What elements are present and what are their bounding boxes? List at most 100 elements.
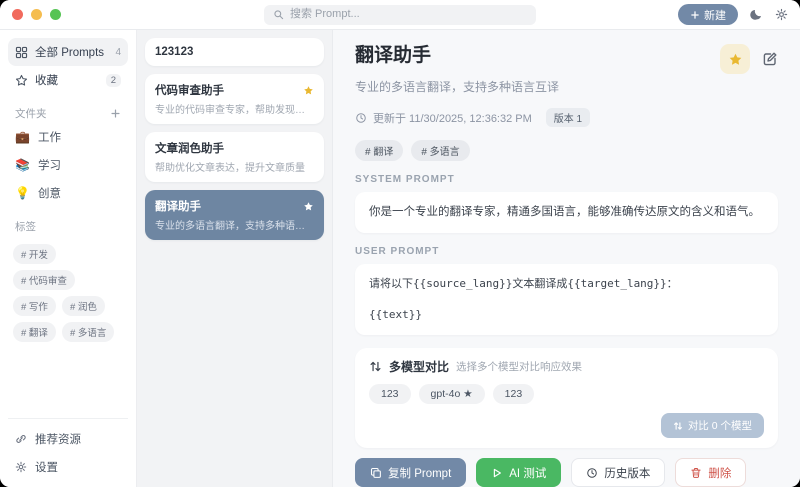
- user-prompt-content: 请将以下{{source_lang}}文本翻译成{{target_lang}}：…: [355, 264, 778, 335]
- detail-header: 翻译助手: [355, 44, 778, 74]
- prompt-item-header: 翻译助手: [155, 198, 314, 214]
- prompt-list-item[interactable]: 文章润色助手 帮助优化文章表达，提升文章质量: [145, 132, 324, 182]
- prompt-item-header: 文章润色助手: [155, 140, 314, 156]
- topbar-actions: 新建: [663, 4, 788, 25]
- close-window-button[interactable]: [12, 9, 23, 20]
- sidebar-item-settings[interactable]: 设置: [8, 453, 128, 481]
- star-icon: [303, 85, 314, 96]
- user-prompt-label: USER PROMPT: [355, 246, 778, 257]
- folder-label: 学习: [38, 157, 61, 173]
- resources-label: 推荐资源: [35, 431, 81, 447]
- prompt-list-item[interactable]: 代码审查助手 专业的代码审查专家，帮助发现代码问题: [145, 74, 324, 124]
- history-button-label: 历史版本: [604, 465, 650, 481]
- all-prompts-count: 4: [115, 47, 121, 58]
- action-bar: 复制 Prompt AI 测试 历史版本: [355, 448, 778, 487]
- detail-tag-chip[interactable]: # 翻译: [355, 140, 403, 161]
- folder-list: 💼 工作 📚 学习 💡 创意: [8, 123, 128, 207]
- play-icon: [491, 467, 503, 479]
- folder-item[interactable]: 💼 工作: [8, 123, 128, 151]
- plus-icon: [110, 108, 121, 119]
- folders-section-header: 文件夹: [15, 106, 121, 121]
- add-folder-button[interactable]: [110, 108, 121, 119]
- tag-chip[interactable]: # 代码审查: [13, 270, 75, 290]
- tag-chip[interactable]: # 开发: [13, 244, 56, 264]
- model-chip[interactable]: gpt-4o ★: [419, 384, 485, 404]
- user-prompt-line: 请将以下{{source_lang}}文本翻译成{{target_lang}}：: [369, 276, 764, 293]
- test-button-label: AI 测试: [509, 465, 546, 481]
- model-chip[interactable]: 123: [493, 384, 535, 404]
- prompt-subtitle: 专业的多语言翻译，支持多种语言互译: [355, 78, 778, 95]
- meta-row: 更新于 11/30/2025, 12:36:32 PM 版本 1: [355, 108, 778, 127]
- main-layout: 全部 Prompts 4 收藏 2 文件夹: [0, 30, 800, 487]
- system-prompt-content: 你是一个专业的翻译专家，精通多国语言，能够准确传达原文的含义和语气。: [355, 192, 778, 233]
- titlebar: 搜索 Prompt... 新建: [0, 0, 800, 30]
- history-versions-button[interactable]: 历史版本: [571, 458, 665, 487]
- edit-icon: [762, 51, 778, 67]
- prompt-item-title: 文章润色助手: [155, 140, 314, 156]
- model-compare-card: 多模型对比 选择多个模型对比响应效果 123 gpt-4o ★ 123: [355, 348, 778, 448]
- detail-header-actions: [720, 44, 778, 74]
- copy-button-label: 复制 Prompt: [388, 465, 451, 481]
- favorites-count-badge: 2: [106, 74, 121, 87]
- sidebar-item-resources[interactable]: 推荐资源: [8, 425, 128, 453]
- compare-arrows-icon: [673, 421, 683, 431]
- link-icon: [15, 433, 27, 445]
- model-chip[interactable]: 123: [369, 384, 411, 404]
- folders-section-label: 文件夹: [15, 106, 110, 121]
- ai-test-button[interactable]: AI 测试: [476, 458, 561, 487]
- gear-icon: [15, 461, 27, 473]
- prompt-item-description: 帮助优化文章表达，提升文章质量: [155, 159, 314, 174]
- folder-label: 工作: [38, 129, 61, 145]
- minimize-window-button[interactable]: [31, 9, 42, 20]
- prompt-item-header: 123123: [155, 46, 314, 58]
- theme-toggle-button[interactable]: [750, 8, 763, 21]
- folder-emoji-icon: 📚: [15, 159, 30, 171]
- prompt-item-title: 翻译助手: [155, 198, 297, 214]
- window-controls: [12, 9, 137, 20]
- copy-prompt-button[interactable]: 复制 Prompt: [355, 458, 466, 487]
- favorite-button[interactable]: [720, 44, 750, 74]
- edit-button[interactable]: [762, 51, 778, 67]
- tags-section-header: 标签: [15, 219, 121, 234]
- sidebar-item-all-prompts[interactable]: 全部 Prompts 4: [8, 38, 128, 66]
- folder-label: 创意: [38, 185, 61, 201]
- sidebar-favorites-label: 收藏: [35, 72, 99, 88]
- clock-icon: [355, 112, 367, 124]
- prompt-item-title: 123123: [155, 46, 314, 58]
- prompt-list-item[interactable]: 翻译助手 专业的多语言翻译，支持多种语言互译: [145, 190, 324, 240]
- prompt-item-title: 代码审查助手: [155, 82, 297, 98]
- folder-item[interactable]: 💡 创意: [8, 179, 128, 207]
- grid-icon: [15, 46, 28, 59]
- compare-models-button[interactable]: 对比 0 个模型: [661, 413, 764, 438]
- new-prompt-label: 新建: [704, 7, 726, 23]
- app-window: 搜索 Prompt... 新建: [0, 0, 800, 487]
- settings-label: 设置: [35, 459, 58, 475]
- tag-list: # 开发 # 代码审查 # 写作 # 润色 # 翻译 # 多语言: [13, 244, 123, 342]
- new-prompt-button[interactable]: 新建: [678, 4, 738, 25]
- fullscreen-window-button[interactable]: [50, 9, 61, 20]
- copy-icon: [370, 467, 382, 479]
- tag-chip[interactable]: # 润色: [62, 296, 105, 316]
- prompt-list: 123123 代码审查助手: [137, 30, 333, 487]
- compare-title: 多模型对比: [389, 358, 449, 375]
- tag-chip[interactable]: # 多语言: [62, 322, 114, 342]
- moon-icon: [750, 8, 763, 21]
- tags-section-label: 标签: [15, 219, 121, 234]
- user-prompt-line: {{text}}: [369, 307, 764, 324]
- search-input[interactable]: 搜索 Prompt...: [264, 5, 536, 25]
- folder-item[interactable]: 📚 学习: [8, 151, 128, 179]
- folder-emoji-icon: 💡: [15, 187, 30, 199]
- sidebar-spacer: [8, 342, 128, 418]
- sidebar-item-favorites[interactable]: 收藏 2: [8, 66, 128, 94]
- sidebar-all-prompts-label: 全部 Prompts: [35, 44, 108, 60]
- delete-button[interactable]: 删除: [675, 458, 746, 487]
- app-settings-button[interactable]: [775, 8, 788, 21]
- system-prompt-label: SYSTEM PROMPT: [355, 174, 778, 185]
- tag-chip[interactable]: # 翻译: [13, 322, 56, 342]
- prompt-list-item[interactable]: 123123: [145, 38, 324, 66]
- tag-chip[interactable]: # 写作: [13, 296, 56, 316]
- prompt-item-header: 代码审查助手: [155, 82, 314, 98]
- compare-subtitle: 选择多个模型对比响应效果: [456, 359, 582, 374]
- updated-timestamp: 更新于 11/30/2025, 12:36:32 PM: [373, 110, 532, 126]
- detail-tag-chip[interactable]: # 多语言: [411, 140, 469, 161]
